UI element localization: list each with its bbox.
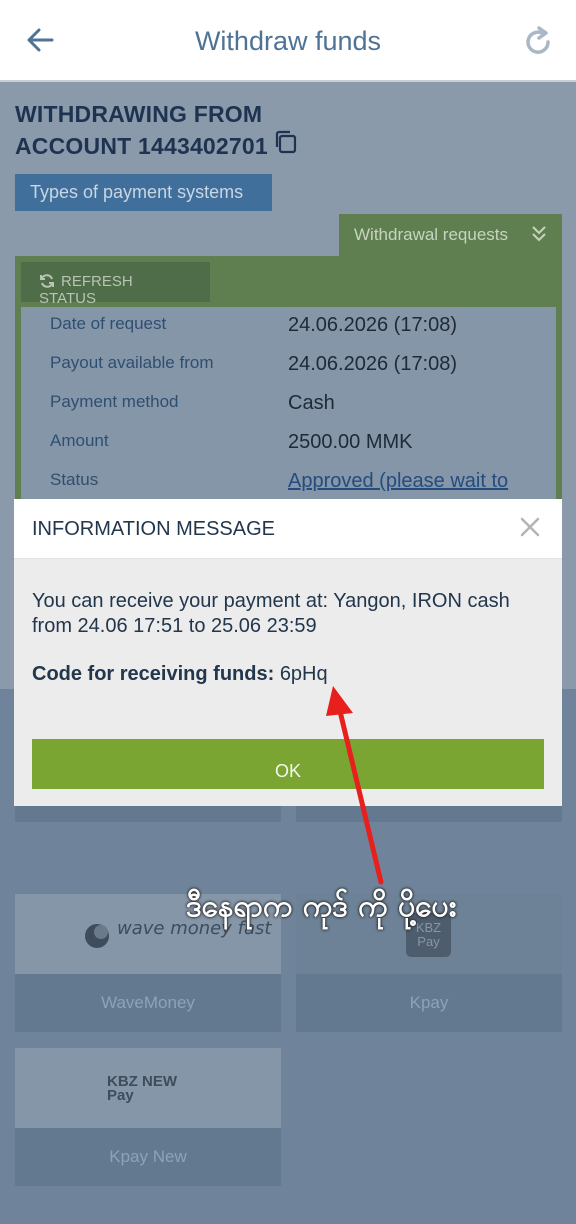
- double-chevron-down-icon: [532, 226, 546, 242]
- detail-row: Amount 2500.00 MMK: [50, 431, 550, 461]
- close-icon[interactable]: [518, 515, 542, 539]
- account-heading: WITHDRAWING FROM ACCOUNT 1443402701: [15, 98, 268, 162]
- detail-row: Date of request 24.06.2026 (17:08): [50, 314, 550, 344]
- withdrawal-requests-label: Withdrawal requests: [354, 225, 509, 244]
- receive-code-line: Code for receiving funds: 6pHq: [32, 663, 328, 686]
- payment-systems-button[interactable]: Types of payment systems: [15, 174, 272, 211]
- tile-label: Kpay: [296, 974, 562, 1032]
- dialog-title: INFORMATION MESSAGE: [32, 518, 275, 540]
- withdrawal-requests-tab[interactable]: Withdrawal requests: [339, 214, 562, 256]
- refresh-icon: [40, 274, 54, 288]
- copy-icon[interactable]: [273, 129, 299, 155]
- account-heading-line1: WITHDRAWING FROM: [15, 101, 263, 127]
- payment-tile-kpay-new[interactable]: KBZ NEW Pay Kpay New: [15, 1048, 281, 1186]
- receive-code-label: Code for receiving funds:: [32, 663, 275, 685]
- detail-row: Status Approved (please wait to: [50, 470, 550, 500]
- kpay-new-logo: KBZ NEW Pay: [15, 1048, 281, 1128]
- detail-label: Payment method: [50, 392, 179, 411]
- detail-row: Payout available from 24.06.2026 (17:08): [50, 353, 550, 383]
- detail-value: 2500.00 MMK: [288, 431, 413, 453]
- refresh-status-button[interactable]: REFRESH STATUS: [21, 262, 210, 307]
- receive-code-value: 6pHq: [279, 663, 328, 685]
- information-dialog: INFORMATION MESSAGE You can receive your…: [14, 499, 562, 806]
- detail-label: Date of request: [50, 314, 167, 333]
- status-link[interactable]: Approved (please wait to: [288, 470, 508, 493]
- dialog-header: INFORMATION MESSAGE: [14, 499, 562, 559]
- page-title: Withdraw funds: [194, 26, 382, 56]
- reload-icon[interactable]: [520, 24, 556, 60]
- detail-value: 24.06.2026 (17:08): [288, 353, 458, 375]
- detail-label: Payout available from: [50, 353, 214, 372]
- detail-value: 24.06.2026 (17:08): [288, 314, 458, 336]
- annotation-text: ဒီနေရာက ကုဒ် ကို ပို့ပေး: [186, 889, 457, 924]
- detail-label: Amount: [50, 431, 109, 450]
- detail-row: Payment method Cash: [50, 392, 550, 422]
- app-header: Withdraw funds: [0, 0, 576, 82]
- tile-label: Kpay New: [15, 1128, 281, 1186]
- kbz-new-pay-logo-text: KBZ NEW Pay: [107, 1073, 177, 1104]
- account-heading-line2: ACCOUNT 1443402701: [15, 133, 268, 159]
- detail-value: Cash: [288, 392, 335, 414]
- ok-button[interactable]: OK: [32, 739, 544, 789]
- tile-label: WaveMoney: [15, 974, 281, 1032]
- detail-label: Status: [50, 470, 99, 489]
- dialog-message: You can receive your payment at: Yangon,…: [32, 590, 510, 637]
